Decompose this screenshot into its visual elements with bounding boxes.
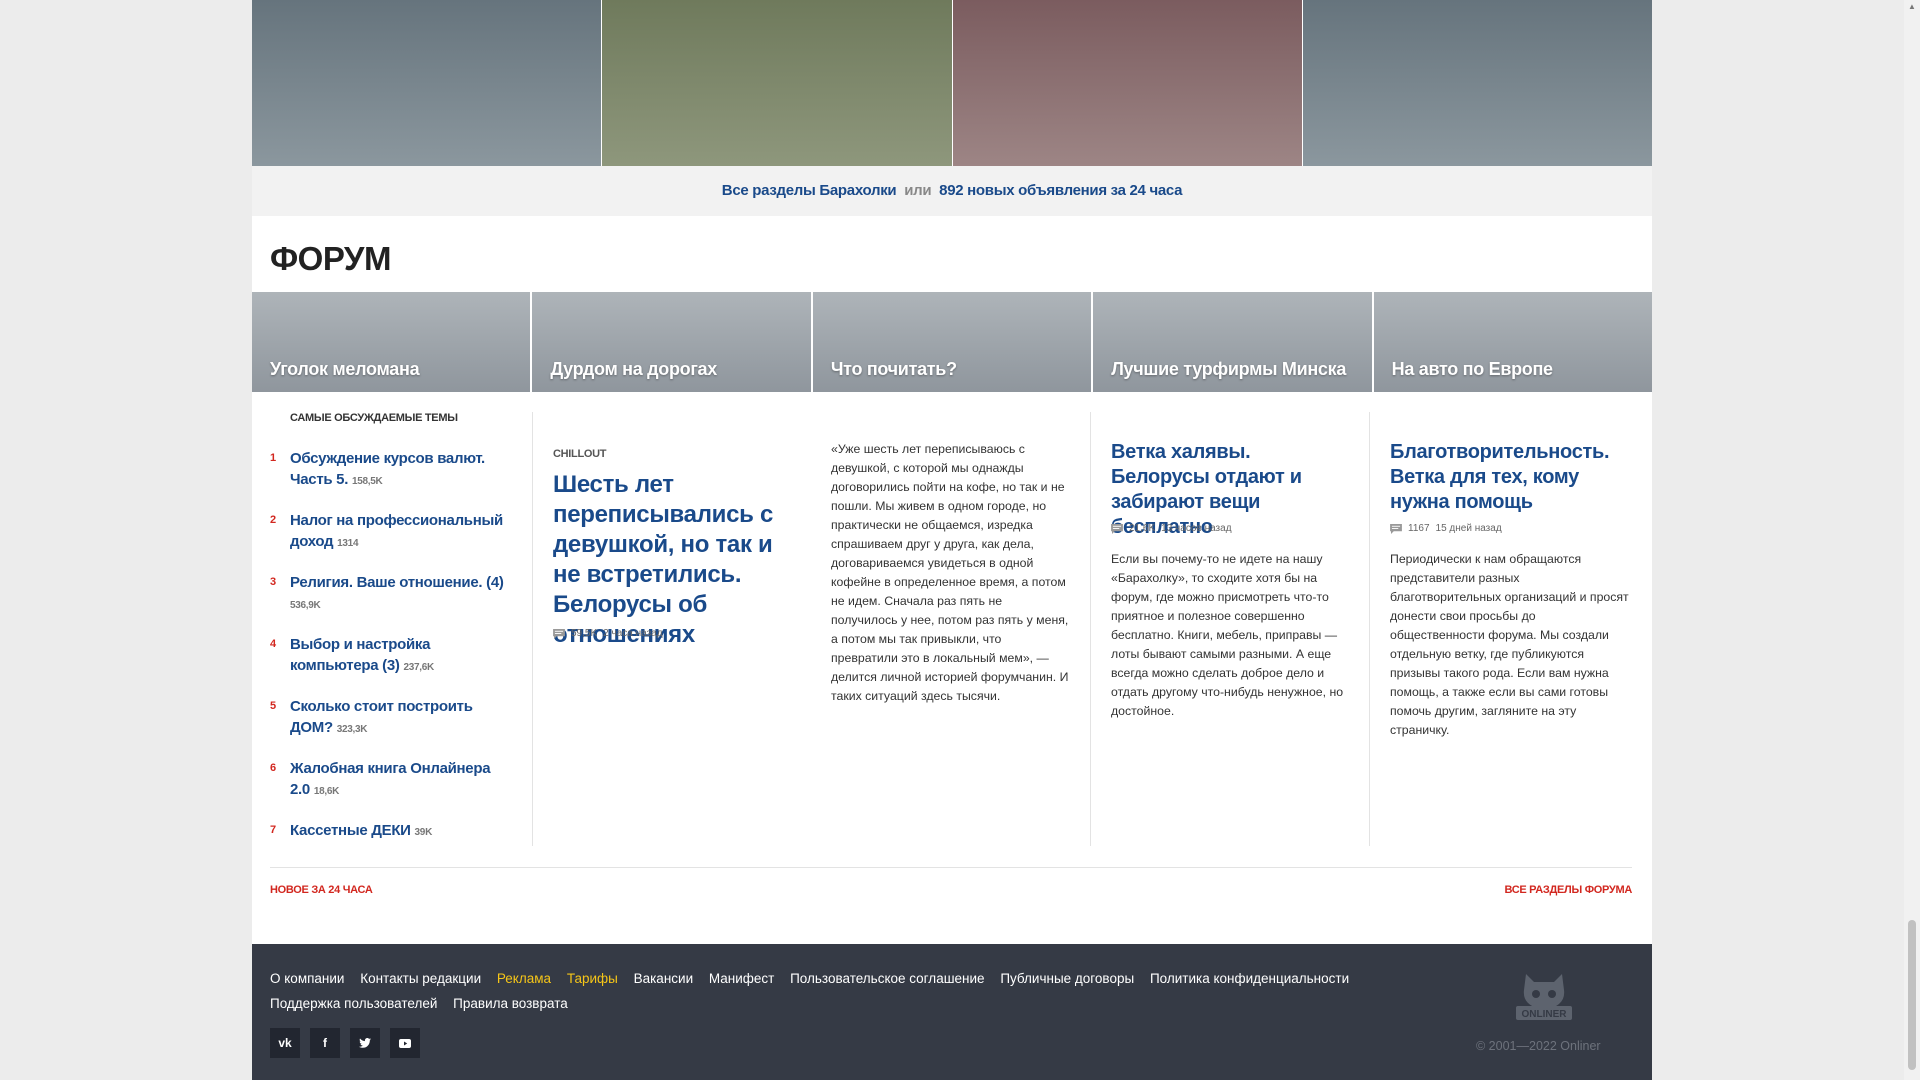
baraholka-tile[interactable] — [252, 0, 603, 166]
topic-count: 323,3K — [336, 724, 368, 735]
baraholka-links-bar: Все разделы Барахолки или 892 новых объя… — [252, 166, 1652, 216]
copyright: © 2001—2022 Onliner — [1476, 1039, 1601, 1053]
footer-link-public-contracts[interactable]: Публичные договоры — [1000, 971, 1134, 986]
forum-tab-label: Лучшие турфирмы Минска — [1111, 359, 1347, 379]
forum-tab-label: На авто по Европе — [1391, 359, 1553, 379]
topic-count: 536,9K — [290, 600, 321, 611]
topic-title[interactable]: Религия. Ваше отношение. (4) — [290, 574, 504, 591]
list-item[interactable]: 7 Кассетные ДЕКИ 39K — [270, 820, 510, 843]
footer-link-tariffs[interactable]: Тарифы — [567, 971, 618, 986]
logo-text: ONLINER — [1522, 1009, 1568, 1020]
topic-count: 39K — [414, 827, 433, 838]
page-container: Все разделы Барахолки или 892 новых объя… — [252, 0, 1653, 1080]
topic-number: 1 — [270, 452, 277, 464]
footer-links: О компании Контакты редакции Реклама Тар… — [270, 966, 1370, 1016]
topic-title[interactable]: Сколько стоит построить ДОМ? — [290, 698, 473, 736]
social-links: vk f — [270, 1028, 420, 1058]
card-time: 15 дней назад — [1435, 523, 1502, 534]
featured-meta: 59,5K 2 часа назад — [553, 628, 663, 639]
topic-title[interactable]: Налог на профессиональный доход — [290, 512, 503, 550]
footer-link-ads[interactable]: Реклама — [497, 971, 551, 986]
topic-count: 158,5K — [351, 476, 383, 487]
card-time: 13 часов назад — [1161, 523, 1232, 534]
new-24h-link[interactable]: Новое за 24 часа — [270, 884, 373, 896]
forum-tab-label: Уголок меломана — [270, 359, 420, 379]
featured-headline[interactable]: Шесть лет переписывались с девушкой, но … — [553, 470, 793, 650]
onliner-logo[interactable]: ONLINER — [1510, 968, 1578, 1028]
scroll-up-arrow-icon[interactable]: ▲ — [1908, 2, 1916, 11]
forum-tab-reading[interactable]: Что почитать? — [812, 292, 1094, 392]
comment-icon — [1111, 523, 1123, 534]
page-scrollbar[interactable]: ▲ — [1904, 0, 1920, 1080]
featured-tag[interactable]: CHILLOUT — [553, 448, 607, 460]
card-description: Если вы почему-то не идете на нашу «Бара… — [1111, 552, 1344, 718]
list-item[interactable]: 6 Жалобная книга Онлайнера 2.0 18,6K — [270, 758, 510, 802]
card-comments: 1167 — [1408, 523, 1430, 534]
topic-count: 237,6K — [403, 662, 434, 673]
topic-count: 18,6K — [313, 786, 340, 797]
baraholka-tiles — [252, 0, 1652, 166]
forum-tab-label: Что почитать? — [830, 359, 957, 379]
footer-link-contacts[interactable]: Контакты редакции — [360, 971, 481, 986]
footer-link-jobs[interactable]: Вакансии — [634, 971, 694, 986]
list-item[interactable]: 2 Налог на профессиональный доход 1314 — [270, 510, 510, 554]
baraholka-new-ads-link[interactable]: 892 новых объявления за 24 часа — [939, 182, 1182, 199]
featured-quote-column: «Уже шесть лет переписываюсь с девушкой,… — [811, 412, 1069, 846]
card-description: Периодически к нам обращаются представит… — [1390, 552, 1629, 737]
topic-number: 5 — [270, 700, 277, 712]
or-text: или — [904, 182, 932, 199]
forum-tab-roads[interactable]: Дурдом на дорогах — [532, 292, 813, 392]
topic-number: 4 — [270, 638, 277, 650]
featured-comments: 59,5K — [571, 628, 598, 639]
top-topics-column: Самые обсуждаемые темы 1 Обсуждение курс… — [270, 412, 520, 846]
youtube-icon[interactable] — [390, 1028, 420, 1058]
list-item[interactable]: 4 Выбор и настройка компьютера (3) 237,6… — [270, 634, 510, 678]
footer-link-about[interactable]: О компании — [270, 971, 344, 986]
card-title[interactable]: Благотворительность. Ветка для тех, кому… — [1390, 440, 1630, 515]
footer-link-manifest[interactable]: Манифест — [709, 971, 774, 986]
comment-icon — [553, 628, 565, 639]
list-item[interactable]: 1 Обсуждение курсов валют. Часть 5. 158,… — [270, 448, 510, 492]
card-meta: 1167 15 дней назад — [1390, 523, 1502, 534]
scrollbar-thumb[interactable] — [1908, 920, 1916, 1070]
list-item[interactable]: 3 Религия. Ваше отношение. (4) 536,9K — [270, 572, 510, 616]
topic-number: 6 — [270, 762, 277, 774]
topic-title[interactable]: Кассетные ДЕКИ — [290, 822, 411, 839]
card-meta: 21,6K 13 часов назад — [1111, 523, 1232, 534]
forum-tab-travel-agencies[interactable]: Лучшие турфирмы Минска — [1093, 292, 1374, 392]
topic-number: 7 — [270, 824, 277, 836]
vk-icon[interactable]: vk — [270, 1028, 300, 1058]
forum-tab-label: Дурдом на дорогах — [550, 359, 717, 379]
forum-card-freebies[interactable]: Ветка халявы. Белорусы отдают и забирают… — [1090, 412, 1349, 846]
list-item[interactable]: 5 Сколько стоит построить ДОМ? 323,3K — [270, 696, 510, 740]
comment-icon — [1390, 523, 1402, 534]
twitter-icon[interactable] — [350, 1028, 380, 1058]
facebook-icon[interactable]: f — [310, 1028, 340, 1058]
footer-link-refunds[interactable]: Правила возврата — [453, 996, 568, 1011]
card-comments: 21,6K — [1129, 523, 1156, 534]
baraholka-tile[interactable] — [1302, 0, 1652, 166]
topic-number: 2 — [270, 514, 277, 526]
baraholka-all-sections-link[interactable]: Все разделы Барахолки — [722, 182, 897, 199]
featured-time: 2 часа назад — [603, 628, 663, 639]
forum-title: ФОРУМ — [270, 240, 391, 277]
top-topics-heading: Самые обсуждаемые темы — [290, 412, 458, 424]
footer-link-privacy[interactable]: Политика конфиденциальности — [1150, 971, 1349, 986]
forum-tabs: Уголок меломана Дурдом на дорогах Что по… — [252, 292, 1653, 392]
forum-tab-melomaniac[interactable]: Уголок меломана — [252, 292, 533, 392]
forum-card-charity[interactable]: Благотворительность. Ветка для тех, кому… — [1369, 412, 1632, 846]
footer: О компании Контакты редакции Реклама Тар… — [252, 944, 1652, 1080]
footer-link-user-agreement[interactable]: Пользовательское соглашение — [790, 971, 984, 986]
featured-quote: «Уже шесть лет переписываюсь с девушкой,… — [831, 442, 1069, 703]
forum-tab-car-europe[interactable]: На авто по Европе — [1373, 292, 1653, 392]
divider — [270, 867, 1632, 868]
all-forum-sections-link[interactable]: Все разделы форума — [1505, 884, 1633, 896]
baraholka-tile[interactable] — [952, 0, 1303, 166]
topic-number: 3 — [270, 576, 277, 588]
topic-count: 1314 — [337, 538, 359, 549]
featured-card[interactable]: CHILLOUT Шесть лет переписывались с деву… — [532, 412, 791, 846]
footer-link-support[interactable]: Поддержка пользователей — [270, 996, 437, 1011]
topic-title[interactable]: Обсуждение курсов валют. Часть 5. — [290, 450, 485, 488]
baraholka-tile[interactable] — [602, 0, 953, 166]
